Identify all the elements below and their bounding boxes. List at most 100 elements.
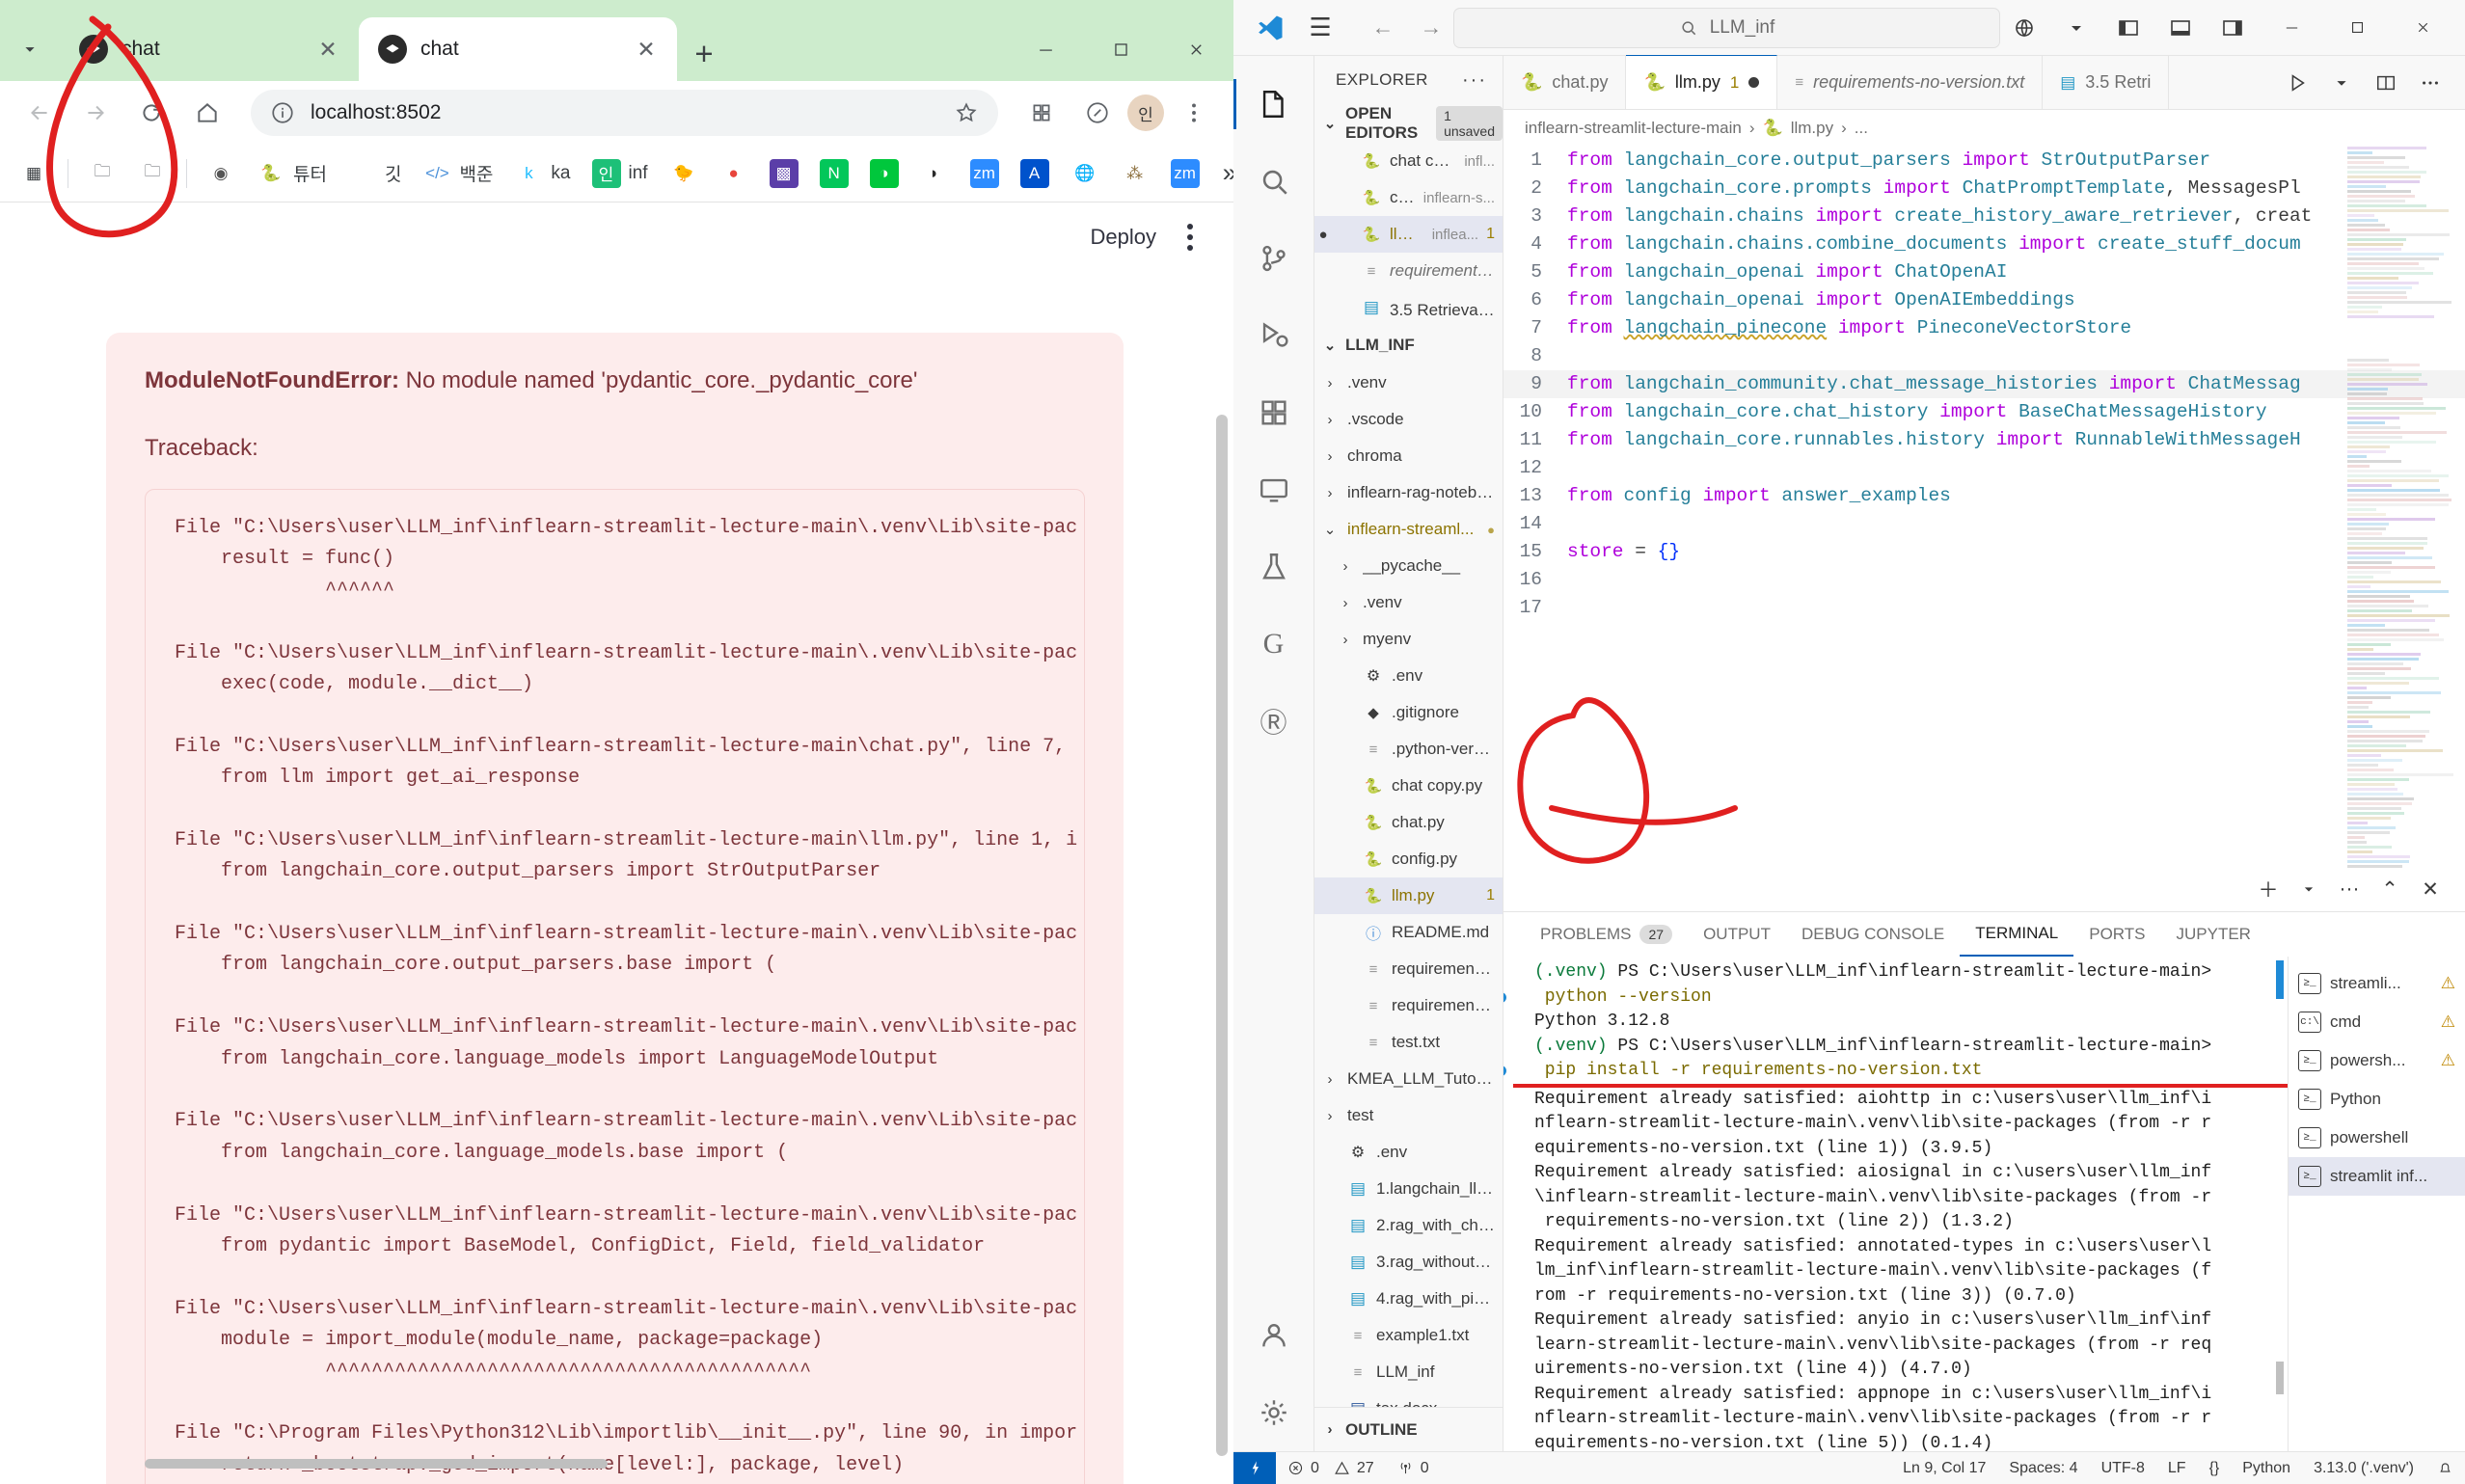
open-editor-item[interactable]: 🐍 chat copy.py infl... [1314, 143, 1503, 179]
panel-tab-terminal[interactable]: TERMINAL [1960, 912, 2073, 957]
vscode-maximize-button[interactable] [2326, 0, 2388, 56]
activity-remote-explorer-icon[interactable] [1233, 451, 1314, 528]
folder-item[interactable]: ⌄ inflearn-streaml... ● [1314, 511, 1503, 548]
bookmark-red-circle[interactable]: ● [710, 150, 758, 197]
file-item[interactable]: 🐍 chat.py [1314, 804, 1503, 841]
bookmark-apps-grid[interactable]: ▦ [10, 150, 58, 197]
file-item[interactable]: ≡ example1.txt [1314, 1317, 1503, 1354]
open-editor-item[interactable]: ● 🐍 llm.py inflea... 1 [1314, 216, 1503, 253]
bookmark-folder[interactable]: 🗀 [78, 150, 126, 197]
new-tab-button[interactable]: + [677, 27, 731, 81]
file-item[interactable]: ≡ LLM_inf [1314, 1354, 1503, 1390]
nav-forward-icon[interactable]: → [1409, 6, 1453, 50]
file-item[interactable]: ≡requirements-no-ve... [1314, 951, 1503, 987]
folder-item[interactable]: › inflearn-rag-noteboo... [1314, 474, 1503, 511]
file-item[interactable]: 🐍 llm.py 1 [1314, 877, 1503, 914]
browser-tab-1-close[interactable]: ✕ [314, 36, 341, 63]
breadcrumb-folder[interactable]: inflearn-streamlit-lecture-main [1525, 119, 1742, 138]
folder-item[interactable]: › .venv [1314, 584, 1503, 621]
bookmarks-overflow-button[interactable]: » [1211, 158, 1233, 188]
terminal-instance[interactable]: c:\ cmd ⚠ [2289, 1003, 2465, 1041]
status-problems[interactable]: 0 27 [1276, 1452, 1386, 1484]
breadcrumb-file[interactable]: llm.py [1791, 119, 1833, 138]
terminal-instance[interactable]: ≥_ powershell [2289, 1119, 2465, 1157]
vscode-minimize-button[interactable] [2261, 0, 2322, 56]
bookmark-github[interactable]: 깃 [339, 150, 411, 197]
file-item[interactable]: ▤ 4.rag_with_pinecone.i... [1314, 1281, 1503, 1317]
activity-gitlens-icon[interactable]: G [1233, 606, 1314, 683]
bookmark-inflearn[interactable]: 인 inf [582, 150, 658, 197]
open-editor-item[interactable]: ▤ 3.5 Retrieval 효... [1314, 289, 1503, 326]
chrome-menu-button[interactable] [1168, 87, 1220, 139]
status-indentation[interactable]: Spaces: 4 [1997, 1452, 2089, 1484]
folder-item[interactable]: › test [1314, 1097, 1503, 1134]
status-language[interactable]: Python [2231, 1452, 2302, 1484]
open-editor-item[interactable]: 🐍chat.pyinflearn-s... [1314, 179, 1503, 216]
bookmark-kaggle[interactable]: k ka [504, 150, 580, 197]
toggle-panel-icon[interactable] [2156, 6, 2205, 50]
terminal-instance[interactable]: ≥_ streamlit inf... [2289, 1157, 2465, 1196]
remote-indicator-icon[interactable] [2000, 6, 2048, 50]
activity-accounts-icon[interactable] [1233, 1297, 1314, 1374]
maximize-panel-icon[interactable]: ⌃ [2370, 870, 2409, 908]
bookmark-zoom[interactable]: zm [1161, 150, 1209, 197]
folder-item[interactable]: › chroma [1314, 438, 1503, 474]
file-item[interactable]: 🐍 config.py [1314, 841, 1503, 877]
editor-tab[interactable]: ▤ 3.5 Retri [2043, 56, 2169, 109]
folder-item[interactable]: › .vscode [1314, 401, 1503, 438]
terminal-output[interactable]: (.venv) PS C:\Users\user\LLM_inf\inflear… [1503, 957, 2288, 1451]
explorer-more-actions[interactable]: ··· [1462, 69, 1487, 92]
chrome-labs-icon[interactable] [1071, 87, 1124, 139]
panel-tab-ports[interactable]: PORTS [2073, 912, 2160, 957]
browser-close-button[interactable] [1158, 17, 1233, 81]
bookmark-art-thumb[interactable]: ▩ [760, 150, 808, 197]
file-item[interactable]: ▤ 2.rag_with_chroma.ip... [1314, 1207, 1503, 1244]
nav-back-icon[interactable]: ← [1361, 6, 1405, 50]
bookmark-naver-whale[interactable]: ◑ [860, 150, 908, 197]
file-item[interactable]: ◆ .gitignore [1314, 694, 1503, 731]
folder-item[interactable]: › myenv [1314, 621, 1503, 658]
notifications-icon[interactable] [2425, 1452, 2465, 1484]
profile-avatar[interactable]: 인 [1127, 94, 1164, 131]
terminal-dropdown-icon[interactable] [2289, 870, 2328, 908]
panel-tab-jupyter[interactable]: JUPYTER [2161, 912, 2266, 957]
browser-minimize-button[interactable] [1008, 17, 1083, 81]
panel-more-actions-icon[interactable]: ··· [2330, 870, 2369, 908]
split-editor-icon[interactable] [2365, 62, 2407, 104]
remote-window-icon[interactable] [1233, 1452, 1276, 1484]
editor-minimap[interactable] [2347, 147, 2455, 687]
terminal-scrollbar-thumb[interactable] [2276, 1362, 2284, 1394]
panel-tab-output[interactable]: OUTPUT [1688, 912, 1786, 957]
panel-tab-debug-console[interactable]: DEBUG CONSOLE [1786, 912, 1960, 957]
activity-settings-gear-icon[interactable] [1233, 1374, 1314, 1451]
browser-maximize-button[interactable] [1083, 17, 1158, 81]
traceback-horizontal-scrollbar[interactable] [145, 1459, 608, 1469]
panel-tab-problems[interactable]: PROBLEMS 27 [1525, 912, 1688, 957]
workspace-section-header[interactable]: ⌄ LLM_INF [1314, 326, 1503, 364]
tab-search-button[interactable] [0, 17, 60, 81]
file-item[interactable]: ▤tax.docx [1314, 1390, 1503, 1407]
status-cursor-position[interactable]: Ln 9, Col 17 [1891, 1452, 1997, 1484]
bookmark-naver[interactable]: N [810, 150, 858, 197]
activity-run-debug-icon[interactable] [1233, 297, 1314, 374]
bookmark-brushes[interactable]: ⁂ [1111, 150, 1159, 197]
run-python-file-icon[interactable] [2276, 62, 2318, 104]
home-button[interactable] [181, 87, 233, 139]
bookmark-openai[interactable]: ◉ [197, 150, 245, 197]
file-item[interactable]: ▤3.rag_without_langch... [1314, 1244, 1503, 1281]
status-python-interpreter[interactable]: 3.13.0 ('.venv') [2302, 1452, 2425, 1484]
file-item[interactable]: ⚙ .env [1314, 658, 1503, 694]
bookmark-moon-dark[interactable]: ◗ [910, 150, 959, 197]
address-bar[interactable]: localhost:8502 [251, 90, 998, 136]
command-center-search[interactable]: LLM_inf [1453, 8, 2000, 48]
open-editor-item[interactable]: ≡requirements-no... [1314, 253, 1503, 289]
status-language-icon[interactable]: {} [2198, 1452, 2232, 1484]
activity-r-extension-icon[interactable]: Ⓡ [1233, 683, 1314, 760]
extensions-icon[interactable] [1016, 87, 1068, 139]
deploy-button[interactable]: Deploy [1091, 225, 1156, 250]
file-item[interactable]: ▤ 1.langchain_llm_test.i... [1314, 1171, 1503, 1207]
file-item[interactable]: ≡ test.txt [1314, 1024, 1503, 1061]
bookmark-chick[interactable]: 🐤 [660, 150, 708, 197]
editor-tab[interactable]: 🐍 llm.py 1 [1626, 55, 1777, 109]
code-editor[interactable]: 1 from langchain_core.output_parsers impo… [1503, 147, 2465, 911]
